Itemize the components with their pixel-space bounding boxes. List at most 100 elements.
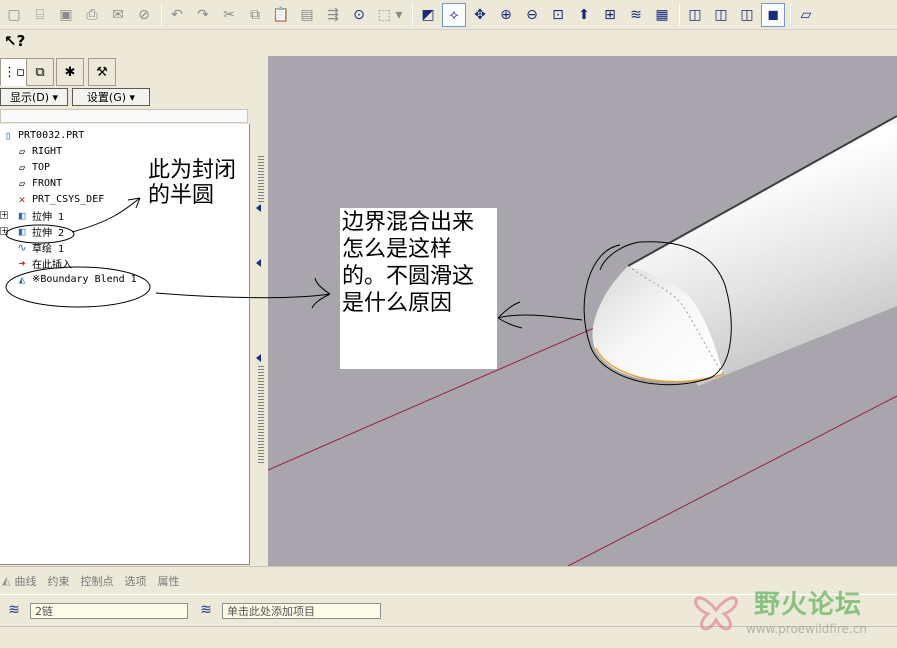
help-row: ↖? [0, 30, 897, 54]
first-direction-collector[interactable]: 2链 [30, 603, 188, 619]
tree-item-sketch-1[interactable]: ∿ 草绘 1 [14, 239, 64, 255]
expand-toggle[interactable]: + [0, 227, 8, 235]
sketch-icon: ∿ [17, 240, 27, 254]
toolbar-separator [412, 3, 413, 26]
butterfly-logo-icon [694, 596, 738, 631]
tree-menu-row: 显示(D) ▾ 设置(G) ▾ [0, 88, 250, 108]
orient-icon[interactable]: ✥ [468, 3, 492, 27]
expand-toggle[interactable]: + [0, 211, 8, 219]
no-hidden-icon[interactable]: ◫ [735, 3, 759, 27]
boundary-blend-icon: ◭ [18, 272, 26, 286]
splitter-grip[interactable] [258, 364, 264, 464]
spin-center-icon[interactable]: ⟡ [442, 2, 466, 27]
tree-item-part[interactable]: ▯ PRT0032.PRT [0, 127, 85, 143]
constraint-tab[interactable]: 约束 [47, 573, 69, 589]
view-manager-icon[interactable]: ⬆ [572, 3, 596, 27]
curve-tab[interactable]: ◭ 曲线 [2, 573, 36, 589]
settings-menu-button[interactable]: 设置(G) ▾ [72, 88, 150, 106]
repaint-icon[interactable]: ◩ [416, 3, 440, 27]
collapse-arrow-icon[interactable] [256, 354, 261, 362]
tree-item-top[interactable]: ▱ TOP [14, 159, 50, 175]
watermark: 野火论坛 www.proewildfire.cn [686, 580, 894, 642]
undo-icon[interactable]: ↶ [165, 3, 189, 27]
select-box-icon[interactable]: ⬚ ▾ [373, 3, 407, 27]
model-tree-tab-icon[interactable]: ⋮▫ [0, 58, 28, 86]
collapse-arrow-icon[interactable] [256, 204, 261, 212]
datum-plane-icon: ▱ [18, 176, 26, 190]
close-window-icon[interactable]: ⊘ [132, 3, 156, 27]
tree-item-label: 在此插入 [32, 259, 72, 271]
collapse-arrow-icon[interactable] [256, 259, 261, 267]
hidden-line-icon[interactable]: ◫ [709, 3, 733, 27]
second-direction-collector[interactable]: 单击此处添加项目 [222, 603, 381, 619]
boundary-blend-icon: ◭ [2, 574, 11, 587]
send-icon[interactable]: ✉ [106, 3, 130, 27]
paste-icon[interactable]: 📋 [269, 3, 293, 27]
second-direction-icon[interactable]: ≋ [196, 601, 216, 619]
regenerate-icon[interactable]: ⇶ [321, 3, 345, 27]
tree-item-csys[interactable]: ✕ PRT_CSYS_DEF [14, 191, 105, 207]
shading-icon[interactable]: ◼ [761, 2, 785, 27]
tab-label: 约束 [47, 574, 70, 588]
tree-item-label: RIGHT [32, 145, 63, 157]
tree-item-extrude-2[interactable]: ◧ 拉伸 2 [14, 223, 64, 239]
zoom-in-icon[interactable]: ⊕ [494, 3, 518, 27]
whats-this-help-icon[interactable]: ↖? [4, 32, 25, 50]
tree-item-label: 拉伸 2 [32, 227, 65, 239]
paste-special-icon[interactable]: ▤ [295, 3, 319, 27]
watermark-url: www.proewildfire.cn [746, 622, 867, 636]
open-icon[interactable]: ⌸ [28, 3, 52, 27]
tree-item-label: PRT0032.PRT [18, 129, 85, 141]
panel-splitter[interactable] [252, 54, 268, 566]
wireframe-icon[interactable]: ◫ [683, 3, 707, 27]
tab-label: 属性 [157, 574, 180, 588]
save-icon[interactable]: ▣ [54, 3, 78, 27]
folder-browser-tab-icon[interactable]: ⧉ [26, 58, 54, 86]
cut-icon[interactable]: ✂ [217, 3, 241, 27]
extrude-icon: ◧ [18, 224, 26, 238]
find-icon[interactable]: ⊙ [347, 3, 371, 27]
control-points-tab[interactable]: 控制点 [80, 573, 113, 589]
display-menu-button[interactable]: 显示(D) ▾ [0, 88, 68, 106]
tree-header-bar [0, 109, 248, 123]
print-icon[interactable]: ⎙ [80, 3, 104, 27]
properties-tab[interactable]: 属性 [157, 573, 179, 589]
tree-item-front[interactable]: ▱ FRONT [14, 175, 62, 191]
splitter-grip[interactable] [258, 154, 264, 202]
insert-here-icon: ➜ [18, 256, 26, 270]
datum-axis-line [567, 395, 897, 566]
model-display-icon[interactable]: ▦ [650, 3, 674, 27]
tree-item-label: FRONT [32, 177, 63, 189]
toolbar-separator [679, 3, 680, 26]
part-icon: ▯ [4, 128, 12, 142]
zoom-out-icon[interactable]: ⊖ [520, 3, 544, 27]
tree-item-extrude-1[interactable]: ◧ 拉伸 1 [14, 207, 64, 223]
datum-plane-icon[interactable]: ▱ [794, 3, 818, 27]
annotation-center-note: 边界混合出来怎么是这样的。不圆滑这是什么原因 [340, 208, 497, 369]
tree-item-label: 拉伸 1 [32, 211, 65, 223]
saved-views-icon[interactable]: ⊞ [598, 3, 622, 27]
app-window: ▢ ⌸ ▣ ⎙ ✉ ⊘ ↶ ↷ ✂ ⧉ 📋 ▤ ⇶ ⊙ ⬚ ▾ ◩ ⟡ ✥ ⊕ … [0, 0, 897, 648]
copy-icon[interactable]: ⧉ [243, 3, 267, 27]
favorites-tab-icon[interactable]: ✱ [56, 58, 84, 86]
tree-item-boundary-blend[interactable]: ◭ ※Boundary Blend 1 [14, 271, 137, 287]
refit-icon[interactable]: ⊡ [546, 3, 570, 27]
toolbar-separator [790, 3, 791, 26]
display-menu-label: 显示(D) [9, 91, 50, 104]
connections-tab-icon[interactable]: ⚒ [88, 58, 116, 86]
extrude-icon: ◧ [18, 208, 26, 222]
first-direction-icon[interactable]: ≋ [4, 601, 24, 619]
tab-label: 控制点 [80, 574, 114, 588]
annotation-left-note: 此为封闭的半圆 [148, 158, 237, 208]
navigator-panel: ⋮▫ ⧉ ✱ ⚒ 显示(D) ▾ 设置(G) ▾ ▯ PRT0032.PRT ▱… [0, 54, 262, 566]
new-file-icon[interactable]: ▢ [2, 3, 26, 27]
watermark-name: 野火论坛 [754, 590, 863, 620]
tree-item-right[interactable]: ▱ RIGHT [14, 143, 62, 159]
options-tab[interactable]: 选项 [124, 573, 146, 589]
layers-icon[interactable]: ≋ [624, 3, 648, 27]
csys-icon: ✕ [18, 192, 26, 206]
tree-item-label: 草绘 1 [32, 243, 65, 255]
tree-item-insert-here[interactable]: ➜ 在此插入 [14, 255, 72, 271]
toolbar-separator [161, 3, 162, 26]
redo-icon[interactable]: ↷ [191, 3, 215, 27]
